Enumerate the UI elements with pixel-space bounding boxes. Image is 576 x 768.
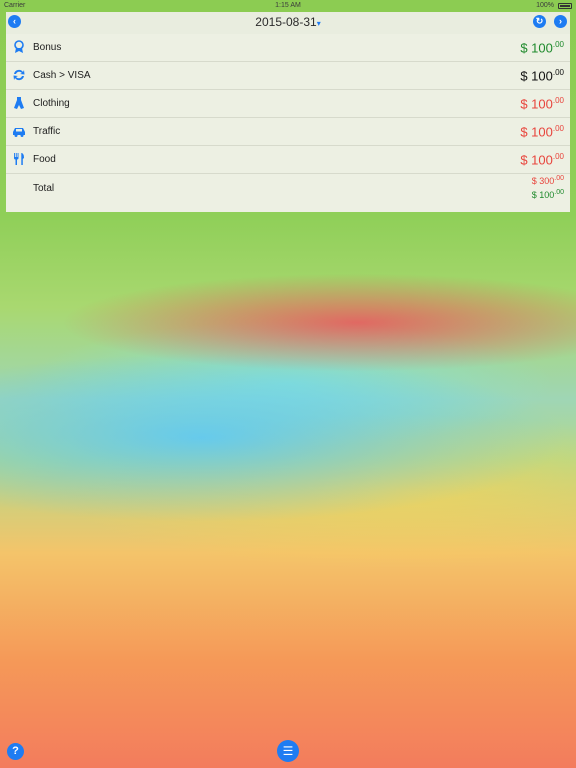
total-row: Total $ 300.00 $ 100.00	[6, 174, 570, 206]
total-expense: $ 300.00	[531, 175, 564, 186]
list-item-amount: $ 100.00	[520, 40, 564, 56]
clothing-icon	[12, 96, 26, 110]
list-item-label: Traffic	[33, 126, 61, 137]
date-label: 2015-08-31	[255, 15, 317, 29]
list-item[interactable]: Bonus $ 100.00	[6, 34, 570, 62]
today-button[interactable]: ↻	[533, 15, 546, 28]
list-item[interactable]: Traffic $ 100.00	[6, 118, 570, 146]
fork-knife-icon	[12, 152, 26, 166]
list-item-amount: $ 100.00	[520, 68, 564, 84]
car-icon	[12, 124, 26, 138]
list-item-label: Clothing	[33, 98, 70, 109]
list-item-amount: $ 100.00	[520, 96, 564, 112]
status-bar: Carrier 1:15 AM 100%	[0, 0, 576, 12]
list-item-label: Cash > VISA	[33, 70, 91, 81]
next-day-button[interactable]: ›	[554, 15, 567, 28]
list-item-amount: $ 100.00	[520, 124, 564, 140]
total-label: Total	[33, 183, 55, 194]
list-item[interactable]: Clothing $ 100.00	[6, 90, 570, 118]
list-item[interactable]: Cash > VISA $ 100.00	[6, 62, 570, 90]
date-picker[interactable]: 2015-08-31▾	[6, 15, 570, 29]
transaction-list: Bonus $ 100.00 Cash > VISA $ 100.00 Clot…	[6, 34, 570, 212]
list-item-label: Food	[33, 154, 56, 165]
battery-percent: 100%	[536, 2, 554, 9]
list-item-amount: $ 100.00	[520, 152, 564, 168]
list-item-label: Bonus	[33, 42, 62, 53]
transfer-icon	[12, 68, 26, 82]
battery-icon	[558, 3, 572, 9]
list-view-button[interactable]: ☰	[277, 740, 299, 762]
clock: 1:15 AM	[275, 2, 301, 9]
torn-edge	[6, 206, 570, 211]
list-item[interactable]: Food $ 100.00	[6, 146, 570, 174]
total-income: $ 100.00	[531, 189, 564, 200]
award-icon	[12, 40, 26, 54]
dropdown-arrow-icon: ▾	[316, 19, 321, 28]
nav-bar: ‹ 2015-08-31▾ ↻ ›	[6, 12, 570, 35]
help-button[interactable]: ?	[7, 743, 24, 760]
